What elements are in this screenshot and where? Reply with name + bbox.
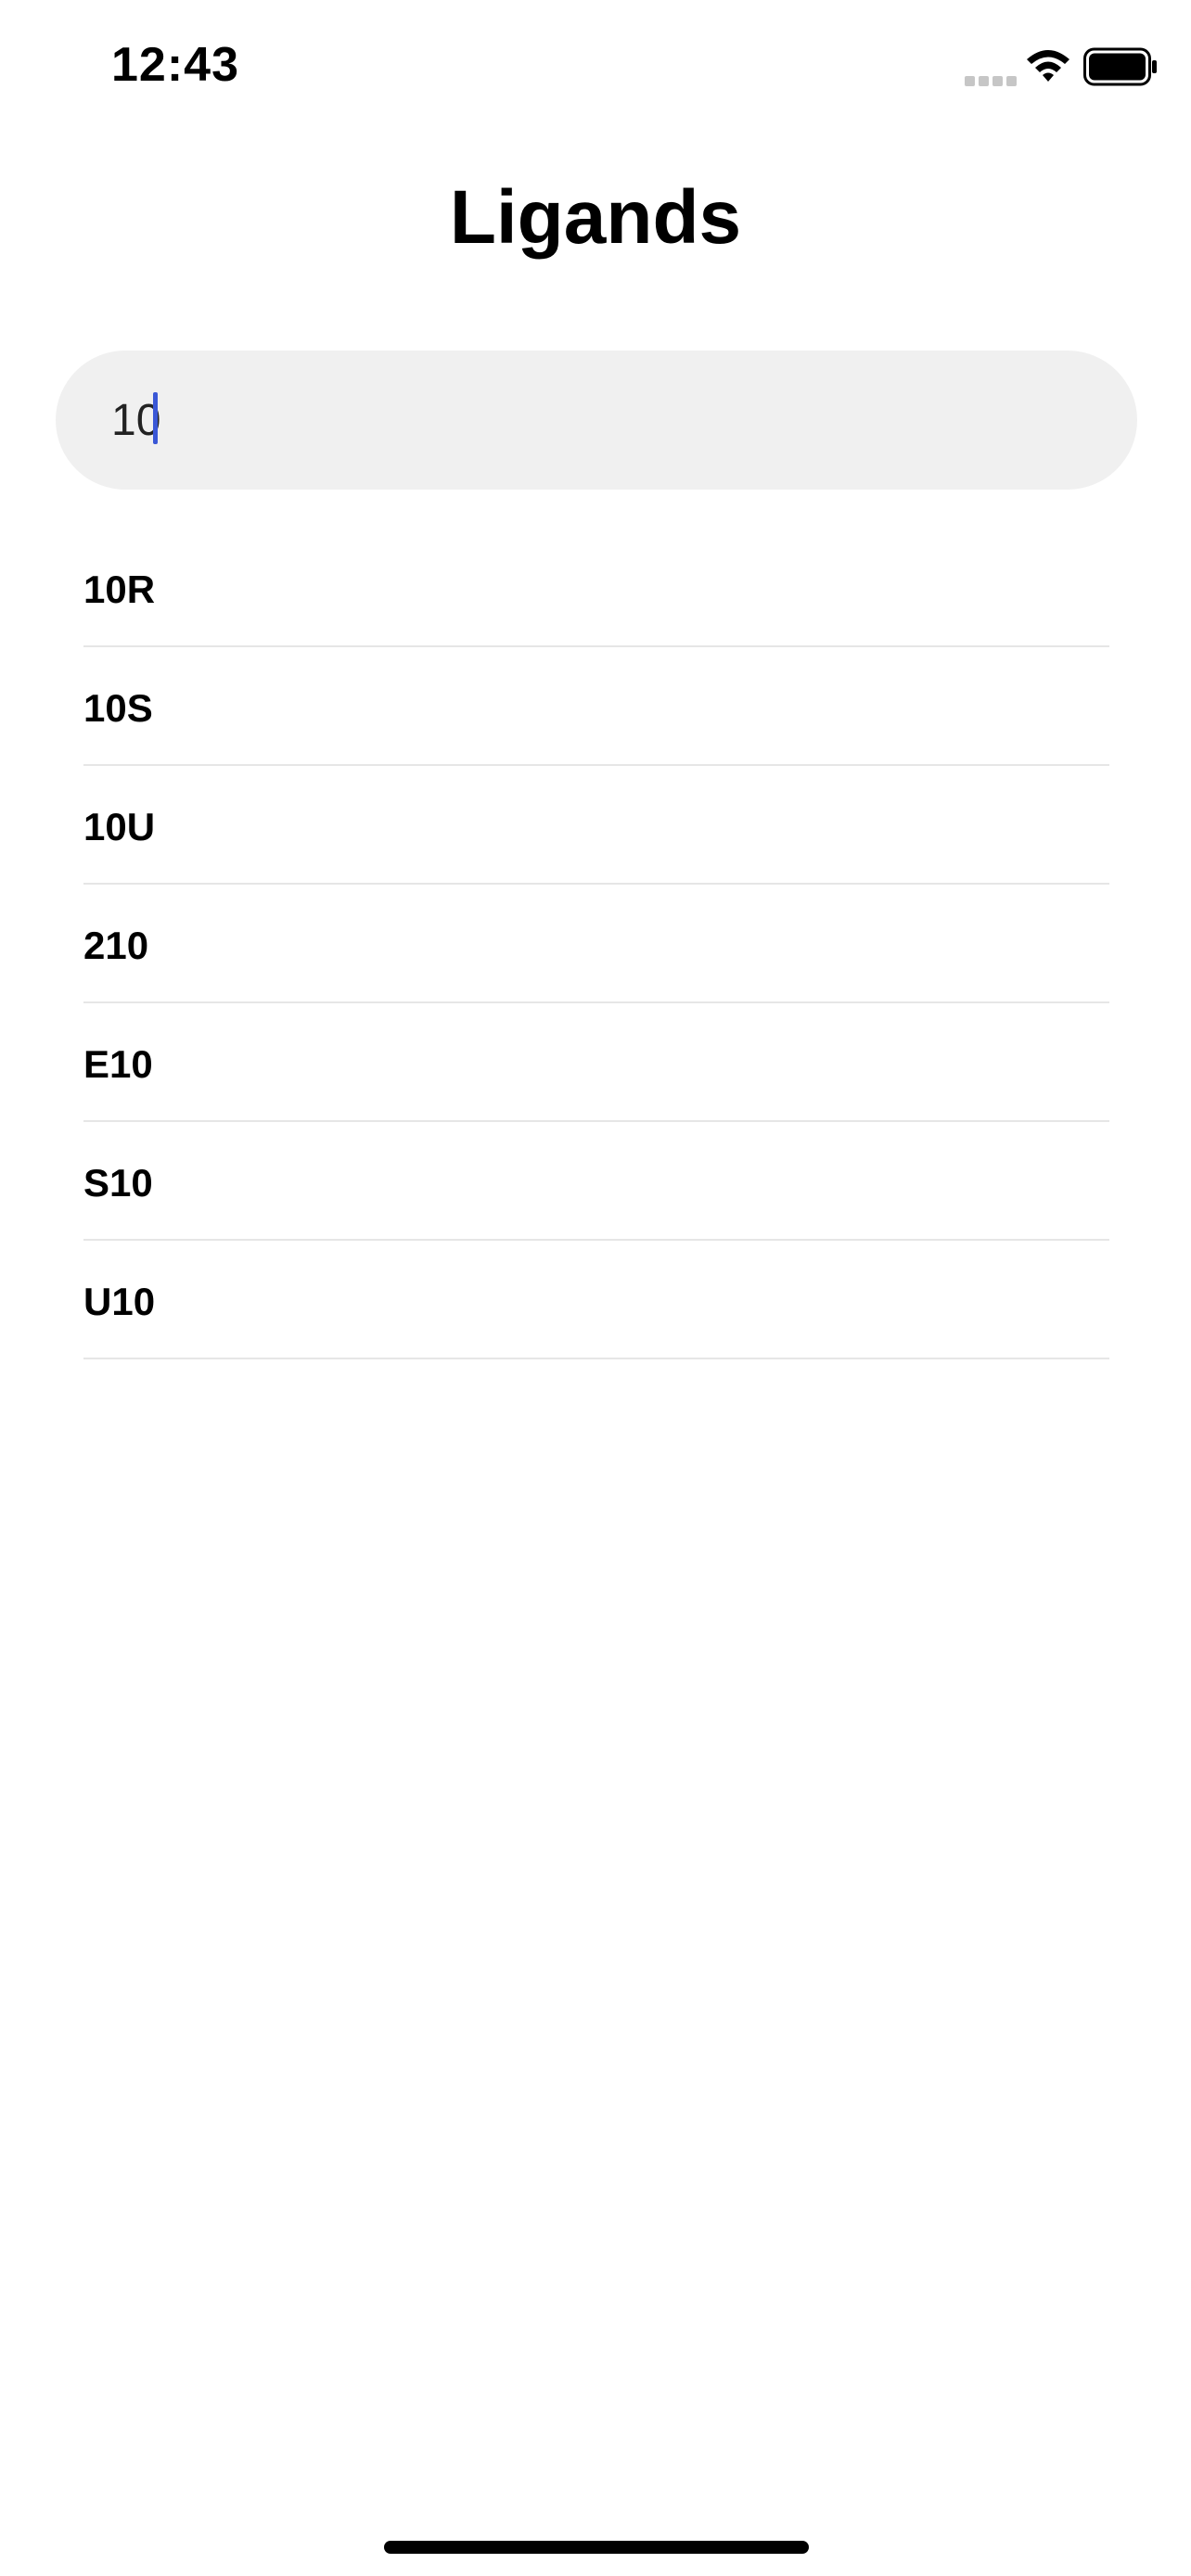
ligand-result-label: E10 xyxy=(83,1042,153,1086)
ligand-result-item[interactable]: U10 xyxy=(83,1241,1109,1359)
ligand-result-item[interactable]: S10 xyxy=(83,1122,1109,1241)
ligand-result-item[interactable]: 210 xyxy=(83,885,1109,1003)
ligand-result-label: 10R xyxy=(83,567,156,611)
home-indicator[interactable] xyxy=(384,2541,809,2554)
search-box[interactable] xyxy=(56,351,1137,490)
status-time: 12:43 xyxy=(111,38,239,92)
status-bar: 12:43 xyxy=(0,0,1191,139)
ligand-result-item[interactable]: E10 xyxy=(83,1003,1109,1122)
text-caret xyxy=(153,392,158,444)
ligand-result-item[interactable]: 10S xyxy=(83,647,1109,766)
ligand-result-label: 10S xyxy=(83,686,153,730)
ligand-result-label: U10 xyxy=(83,1280,156,1323)
ligand-result-item[interactable]: 10U xyxy=(83,766,1109,885)
search-input[interactable] xyxy=(111,351,1076,490)
signal-icon xyxy=(965,74,1020,87)
ligand-result-label: S10 xyxy=(83,1161,153,1205)
ligand-result-label: 210 xyxy=(83,924,149,967)
battery-icon xyxy=(1083,47,1157,86)
ligand-results-list: 10R 10S 10U 210 E10 S10 U10 xyxy=(83,529,1109,1359)
wifi-icon xyxy=(1027,50,1069,82)
ligand-result-label: 10U xyxy=(83,805,156,848)
ligand-result-item[interactable]: 10R xyxy=(83,529,1109,647)
page-title: Ligands xyxy=(449,175,742,260)
